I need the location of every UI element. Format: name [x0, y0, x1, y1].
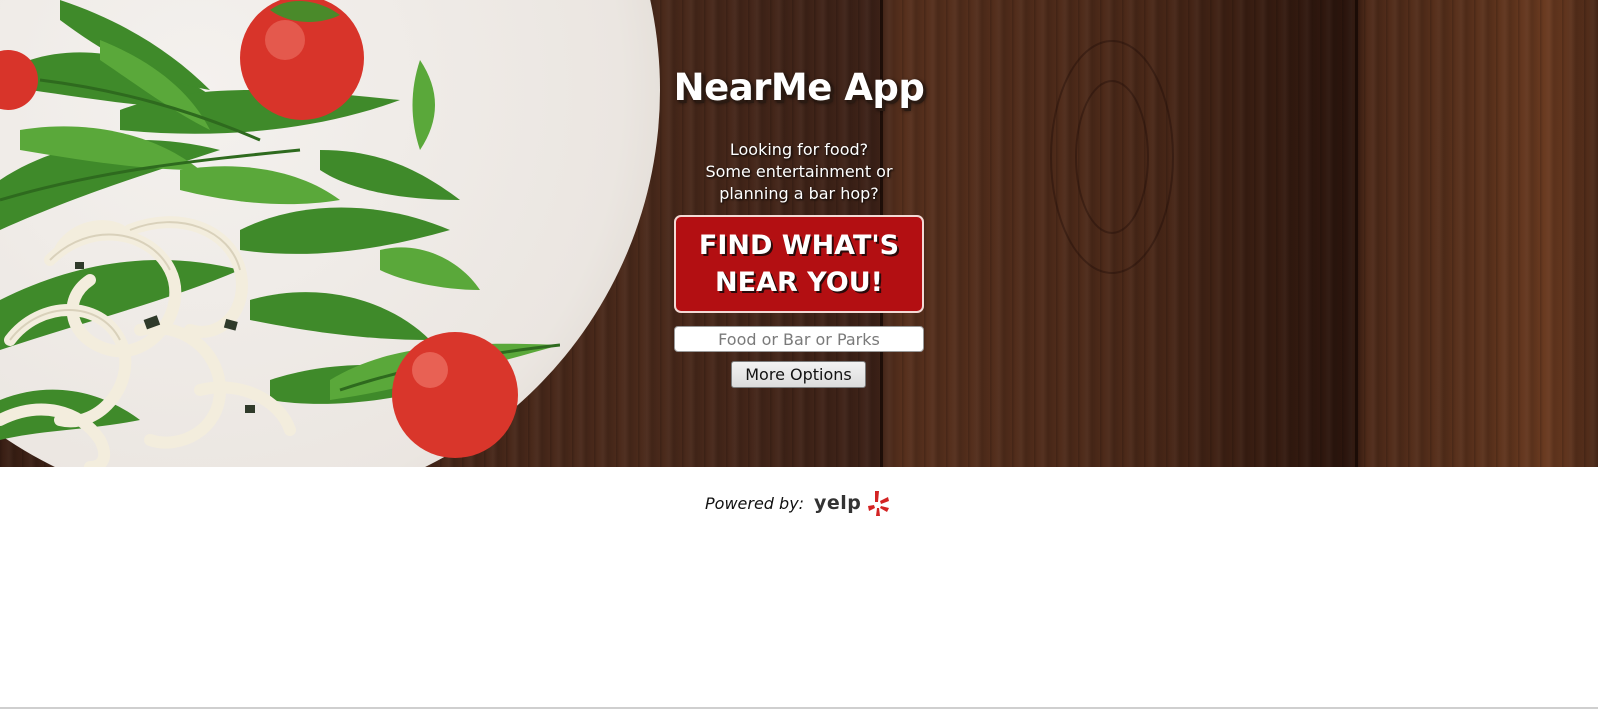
- powered-by-label: Powered by:: [705, 494, 805, 513]
- cta-label-line: FIND WHAT'S: [698, 230, 900, 261]
- tagline-line: Looking for food?: [729, 140, 869, 159]
- wood-knot: [1075, 80, 1149, 234]
- yelp-logo[interactable]: yelp: [814, 488, 891, 518]
- tagline-line: Some entertainment or: [705, 162, 893, 181]
- cta-label-line: NEAR YOU!: [715, 267, 883, 298]
- hero-tagline: Looking for food? Some entertainment or …: [674, 139, 924, 205]
- more-options-button[interactable]: More Options: [731, 361, 866, 388]
- find-near-you-button[interactable]: FIND WHAT'S NEAR YOU!: [674, 215, 924, 313]
- tagline-line: planning a bar hop?: [719, 184, 879, 203]
- yelp-wordmark: yelp: [814, 492, 862, 514]
- app-title: NearMe App: [673, 66, 925, 109]
- salad-image: [0, 0, 560, 467]
- wood-plank-seam: [1355, 0, 1358, 467]
- yelp-burst-icon: [863, 489, 891, 517]
- search-input[interactable]: [674, 326, 924, 352]
